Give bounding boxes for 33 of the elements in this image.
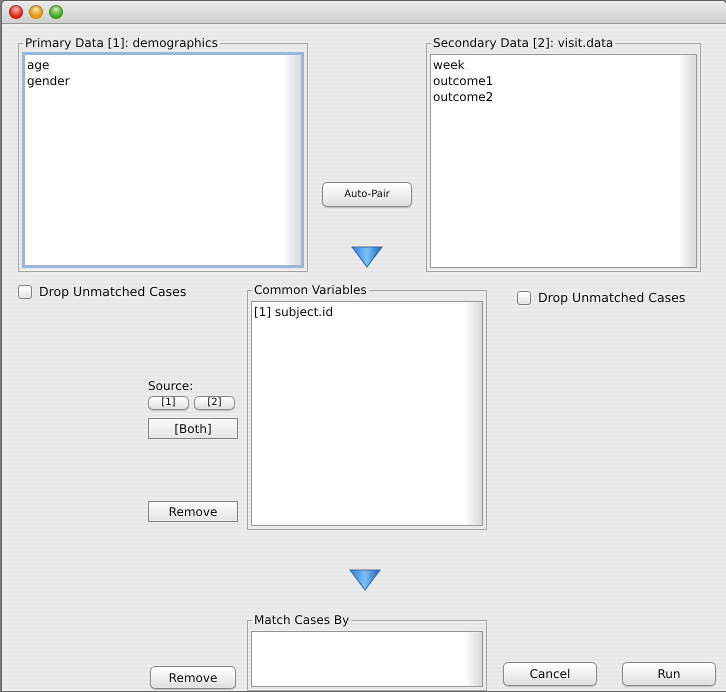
group-title: Match Cases By: [253, 613, 350, 627]
zoom-icon[interactable]: [49, 5, 63, 19]
list-item[interactable]: week: [433, 57, 680, 73]
checkbox-label: Drop Unmatched Cases: [39, 284, 186, 299]
arrow-down-icon: [349, 569, 381, 591]
list-box[interactable]: [251, 631, 483, 687]
list-box[interactable]: week outcome1 outcome2: [430, 54, 697, 268]
list-item[interactable]: age: [27, 57, 285, 73]
remove-button[interactable]: Remove: [148, 501, 238, 522]
list-box[interactable]: [1] subject.id: [251, 301, 483, 526]
cancel-button[interactable]: Cancel: [503, 662, 597, 686]
list-item[interactable]: [1] subject.id: [254, 304, 466, 320]
remove-button[interactable]: Remove: [150, 666, 236, 689]
minimize-icon[interactable]: [29, 5, 43, 19]
list-box[interactable]: age gender: [22, 52, 304, 268]
list-item[interactable]: outcome2: [433, 89, 680, 105]
source-label: Source:: [148, 378, 194, 394]
checkbox-label: Drop Unmatched Cases: [538, 290, 686, 305]
arrow-down-icon: [351, 246, 383, 268]
source-button[interactable]: [2]: [194, 396, 235, 410]
close-icon[interactable]: [9, 5, 23, 19]
checkbox[interactable]: [18, 284, 32, 298]
checkbox[interactable]: [517, 290, 531, 304]
source-button[interactable]: [Both]: [148, 418, 238, 439]
list-item[interactable]: outcome1: [433, 73, 680, 89]
list-item[interactable]: gender: [27, 73, 285, 89]
source-button[interactable]: [1]: [148, 396, 189, 410]
group-title: Common Variables: [253, 283, 368, 297]
group-title: Primary Data [1]: demographics: [24, 36, 219, 50]
scrollbar-track: [466, 632, 482, 686]
run-button[interactable]: Run: [622, 662, 716, 686]
auto-pair-button[interactable]: Auto-Pair: [322, 182, 412, 207]
group-title: Secondary Data [2]: visit.data: [432, 36, 614, 50]
